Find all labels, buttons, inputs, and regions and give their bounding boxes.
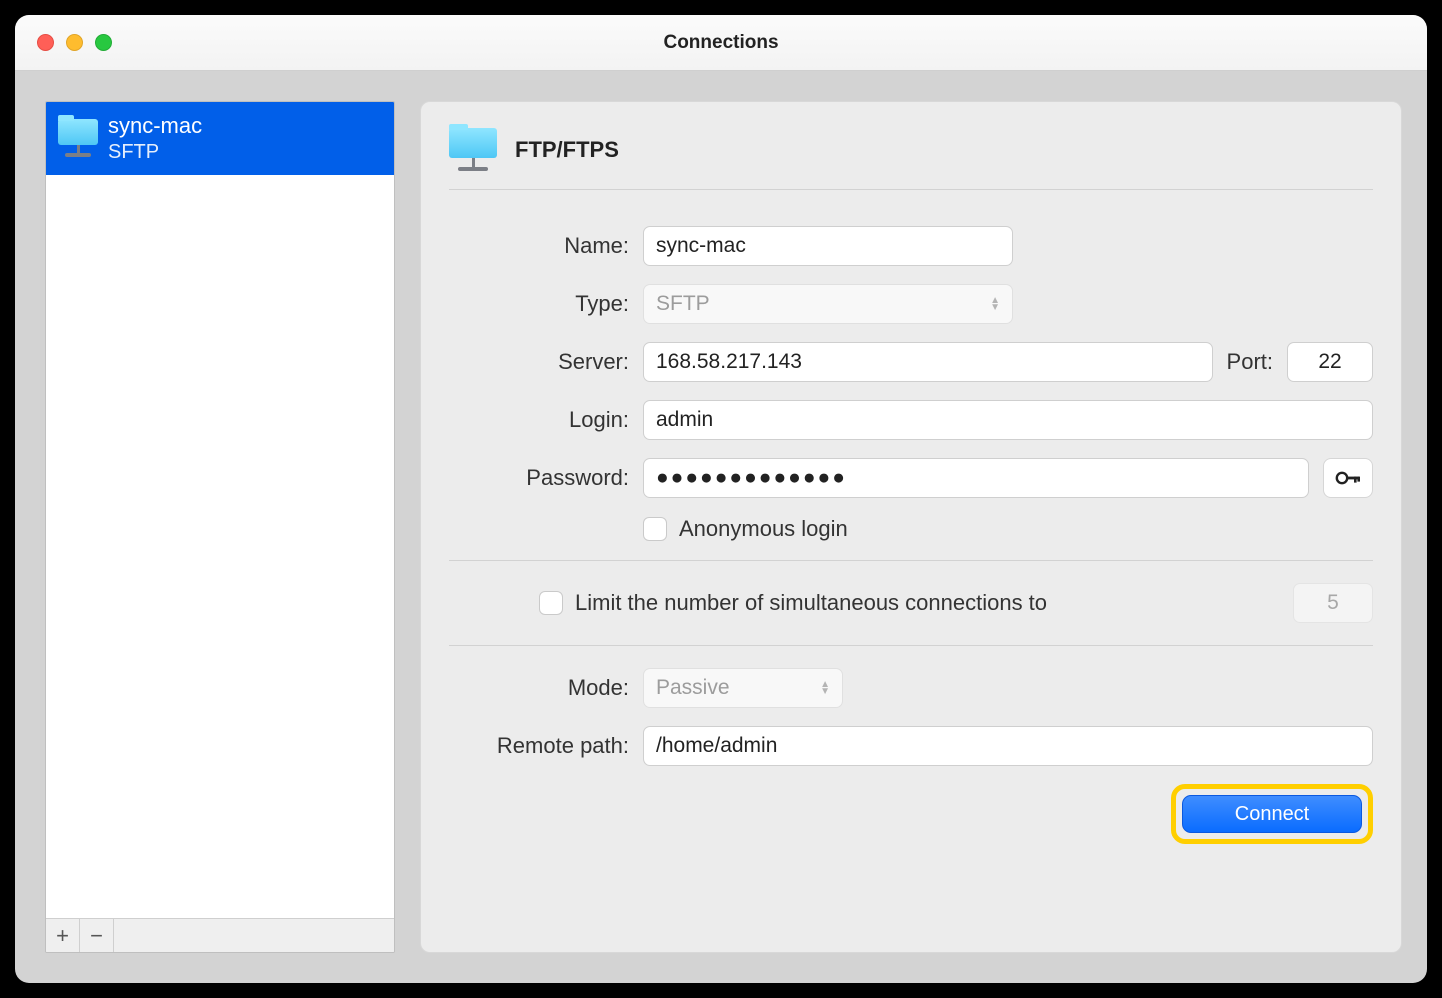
login-label: Login: [449, 407, 629, 433]
titlebar: Connections [15, 15, 1427, 71]
remote-path-label: Remote path: [449, 733, 629, 759]
anonymous-login-label: Anonymous login [679, 516, 848, 542]
port-input[interactable] [1287, 342, 1373, 382]
connections-sidebar: sync-mac SFTP + − [45, 101, 395, 953]
panel-title: FTP/FTPS [515, 137, 619, 163]
login-input[interactable] [643, 400, 1373, 440]
server-input[interactable] [643, 342, 1213, 382]
connections-list[interactable]: sync-mac SFTP [46, 102, 394, 918]
chevron-up-down-icon: ▲▼ [990, 297, 1000, 311]
add-connection-button[interactable]: + [46, 919, 80, 952]
anonymous-login-checkbox[interactable] [643, 517, 667, 541]
divider [449, 560, 1373, 561]
remove-connection-button[interactable]: − [80, 919, 114, 952]
connect-button-highlight: Connect [1171, 784, 1373, 844]
connection-detail-panel: FTP/FTPS Name: Type: SFTP ▲▼ [420, 101, 1402, 953]
network-folder-icon [449, 128, 497, 171]
connection-list-item[interactable]: sync-mac SFTP [46, 102, 394, 175]
port-label: Port: [1227, 349, 1273, 375]
remote-path-input[interactable] [643, 726, 1373, 766]
connections-window: Connections sync-mac [15, 15, 1427, 983]
chevron-up-down-icon: ▲▼ [820, 681, 830, 695]
name-label: Name: [449, 233, 629, 259]
connect-button[interactable]: Connect [1182, 795, 1362, 833]
type-select-value: SFTP [656, 292, 710, 316]
type-select[interactable]: SFTP ▲▼ [643, 284, 1013, 324]
mode-select[interactable]: Passive ▲▼ [643, 668, 843, 708]
connection-item-protocol: SFTP [108, 140, 202, 165]
password-label: Password: [449, 465, 629, 491]
sidebar-footer: + − [46, 918, 394, 952]
network-folder-icon [58, 119, 98, 157]
limit-connections-label: Limit the number of simultaneous connect… [575, 590, 1047, 616]
type-label: Type: [449, 291, 629, 317]
key-auth-button[interactable] [1323, 458, 1373, 498]
key-icon [1335, 469, 1361, 487]
password-input[interactable] [643, 458, 1309, 498]
limit-connections-value: 5 [1293, 583, 1373, 623]
name-input[interactable] [643, 226, 1013, 266]
window-title: Connections [15, 15, 1427, 70]
divider [449, 645, 1373, 646]
mode-label: Mode: [449, 675, 629, 701]
server-label: Server: [449, 349, 629, 375]
connection-item-name: sync-mac [108, 112, 202, 140]
limit-connections-checkbox[interactable] [539, 591, 563, 615]
mode-select-value: Passive [656, 676, 730, 700]
